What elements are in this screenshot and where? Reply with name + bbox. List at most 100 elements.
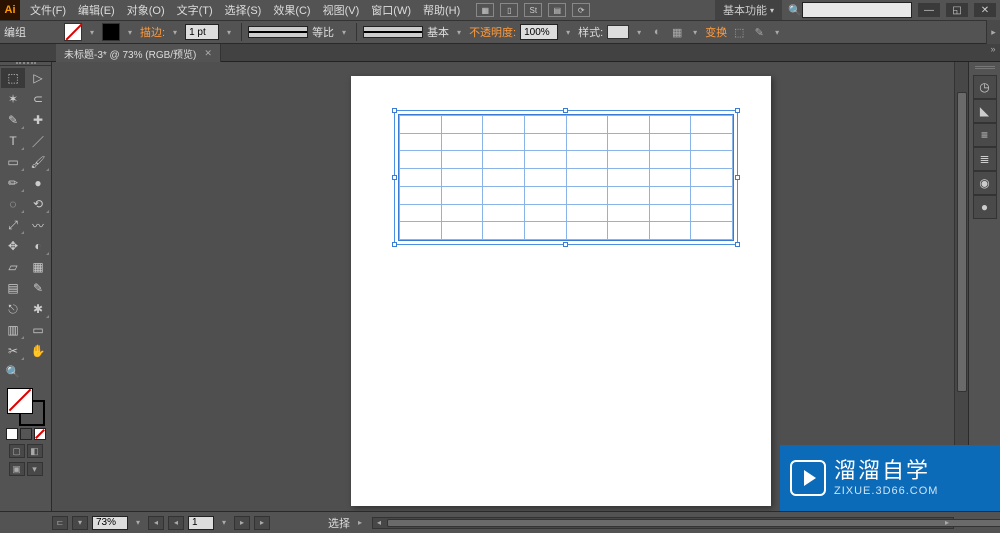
- more-drop-icon[interactable]: ▾: [771, 28, 783, 37]
- dock-panel-icon-5[interactable]: ●: [973, 195, 997, 219]
- dock-grip-icon[interactable]: [975, 66, 995, 69]
- menu-item[interactable]: 文字(T): [171, 2, 219, 18]
- handle-top-mid[interactable]: [563, 108, 568, 113]
- stroke-dn-icon[interactable]: ▾: [169, 28, 181, 37]
- tool-shape-builder[interactable]: ◐: [26, 236, 50, 256]
- control-bar-flyout[interactable]: ▸: [986, 20, 1000, 44]
- profile-drop-icon[interactable]: ▾: [338, 28, 350, 37]
- menu-item[interactable]: 效果(C): [267, 2, 316, 18]
- grid-object[interactable]: [398, 114, 734, 241]
- tool-free-transform[interactable]: ✥: [1, 236, 25, 256]
- tabs-flyout-icon[interactable]: »: [986, 44, 1000, 61]
- draw-normal-icon[interactable]: ▢: [9, 444, 25, 458]
- artboard-nav-drop-icon[interactable]: ▾: [218, 518, 230, 527]
- tool-rotate[interactable]: ⟲: [26, 194, 50, 214]
- hscroll-left-icon[interactable]: ◂: [373, 518, 385, 528]
- brush-drop-icon[interactable]: ▾: [453, 28, 465, 37]
- brush-definition[interactable]: [363, 26, 423, 38]
- menu-item[interactable]: 视图(V): [317, 2, 366, 18]
- opacity-drop-icon[interactable]: ▾: [562, 28, 574, 37]
- gradient-mode-icon[interactable]: [20, 428, 32, 440]
- tab-close-icon[interactable]: ✕: [204, 48, 212, 59]
- draw-behind-icon[interactable]: ◧: [27, 444, 43, 458]
- tool-magic-wand[interactable]: ✶: [1, 89, 25, 109]
- workspace-switcher[interactable]: 基本功能: [715, 0, 782, 20]
- handle-top-left[interactable]: [392, 108, 397, 113]
- tool-rectangle[interactable]: ▭: [1, 152, 25, 172]
- tool-eyedropper[interactable]: ✎: [26, 278, 50, 298]
- tool-pencil[interactable]: ✏: [1, 173, 25, 193]
- close-button[interactable]: ✕: [974, 3, 996, 17]
- tool-eraser[interactable]: ◌: [1, 194, 25, 214]
- last-artboard-icon[interactable]: ▸: [254, 516, 270, 530]
- opacity-input[interactable]: [520, 24, 558, 40]
- gpu-icon[interactable]: ⟳: [572, 3, 590, 17]
- recolor-icon[interactable]: ◐: [649, 24, 665, 40]
- screen-mode-drop-icon[interactable]: ▾: [27, 462, 43, 476]
- search-input[interactable]: [802, 2, 912, 18]
- dock-panel-icon-2[interactable]: ≡: [973, 123, 997, 147]
- handle-mid-left[interactable]: [392, 175, 397, 180]
- horizontal-scrollbar[interactable]: ◂ ▸: [372, 517, 954, 529]
- edit-icon[interactable]: ✎: [751, 24, 767, 40]
- tool-line-segment[interactable]: ／: [26, 131, 50, 151]
- layout-icon[interactable]: ▤: [548, 3, 566, 17]
- stroke-weight-drop-icon[interactable]: ▾: [223, 28, 235, 37]
- isolate-icon[interactable]: ⬚: [731, 24, 747, 40]
- fill-indicator[interactable]: [7, 388, 33, 414]
- tool-column-graph[interactable]: ▥: [1, 320, 25, 340]
- color-mode-icon[interactable]: [6, 428, 18, 440]
- prev2-icon[interactable]: ◂: [168, 516, 184, 530]
- zoom-input[interactable]: [92, 516, 128, 530]
- stroke-dropdown-icon[interactable]: ▾: [124, 28, 136, 37]
- menu-item[interactable]: 窗口(W): [365, 2, 417, 18]
- tool-empty[interactable]: [26, 362, 50, 382]
- align-drop-icon[interactable]: ▾: [689, 28, 701, 37]
- align-icon[interactable]: ▦: [669, 24, 685, 40]
- dock-panel-icon-1[interactable]: ◣: [973, 99, 997, 123]
- tool-blend[interactable]: ⎋: [1, 299, 25, 319]
- stroke-swatch[interactable]: [102, 23, 120, 41]
- dock-panel-icon-4[interactable]: ◉: [973, 171, 997, 195]
- tool-slice[interactable]: ✂: [1, 341, 25, 361]
- minimize-button[interactable]: —: [918, 3, 940, 17]
- vertical-scrollbar[interactable]: [954, 62, 968, 511]
- tool-direct-selection[interactable]: ▷: [26, 68, 50, 88]
- handle-top-right[interactable]: [735, 108, 740, 113]
- handle-bottom-mid[interactable]: [563, 242, 568, 247]
- tool-selection[interactable]: ⬚: [1, 68, 25, 88]
- fill-dropdown-icon[interactable]: ▾: [86, 28, 98, 37]
- prev-artboard-icon[interactable]: ◂: [148, 516, 164, 530]
- none-mode-icon[interactable]: [34, 428, 46, 440]
- canvas-area[interactable]: [52, 62, 968, 511]
- tool-perspective[interactable]: ▱: [1, 257, 25, 277]
- menu-item[interactable]: 选择(S): [219, 2, 268, 18]
- first-artboard-icon[interactable]: ⊏: [52, 516, 68, 530]
- tool-mesh[interactable]: ▦: [26, 257, 50, 277]
- tool-zoom[interactable]: 🔍: [1, 362, 25, 382]
- tool-gradient[interactable]: ▤: [1, 278, 25, 298]
- tool-blob-brush[interactable]: ●: [26, 173, 50, 193]
- style-swatch[interactable]: [607, 25, 629, 39]
- menu-item[interactable]: 对象(O): [121, 2, 171, 18]
- handle-mid-right[interactable]: [735, 175, 740, 180]
- menu-item[interactable]: 帮助(H): [417, 2, 466, 18]
- dock-panel-icon-0[interactable]: ◷: [973, 75, 997, 99]
- status-drop-icon[interactable]: ▸: [354, 518, 366, 527]
- transform-label[interactable]: 变换: [705, 24, 727, 40]
- tool-hand[interactable]: ✋: [26, 341, 50, 361]
- next-artboard-icon[interactable]: ▸: [234, 516, 250, 530]
- menu-item[interactable]: 文件(F): [24, 2, 72, 18]
- tool-artboard[interactable]: ▭: [26, 320, 50, 340]
- bridge-icon[interactable]: ▦: [476, 3, 494, 17]
- handle-bottom-right[interactable]: [735, 242, 740, 247]
- tool-pen[interactable]: ✎: [1, 110, 25, 130]
- menu-item[interactable]: 编辑(E): [72, 2, 121, 18]
- fill-swatch[interactable]: [64, 23, 82, 41]
- zoom-drop-icon[interactable]: ▾: [72, 516, 88, 530]
- hscroll-right-icon[interactable]: ▸: [941, 518, 953, 528]
- tool-add-anchor[interactable]: ✚: [26, 110, 50, 130]
- tool-paintbrush[interactable]: 🖌: [26, 152, 50, 172]
- tool-lasso[interactable]: ⊂: [26, 89, 50, 109]
- sync-icon[interactable]: St: [524, 3, 542, 17]
